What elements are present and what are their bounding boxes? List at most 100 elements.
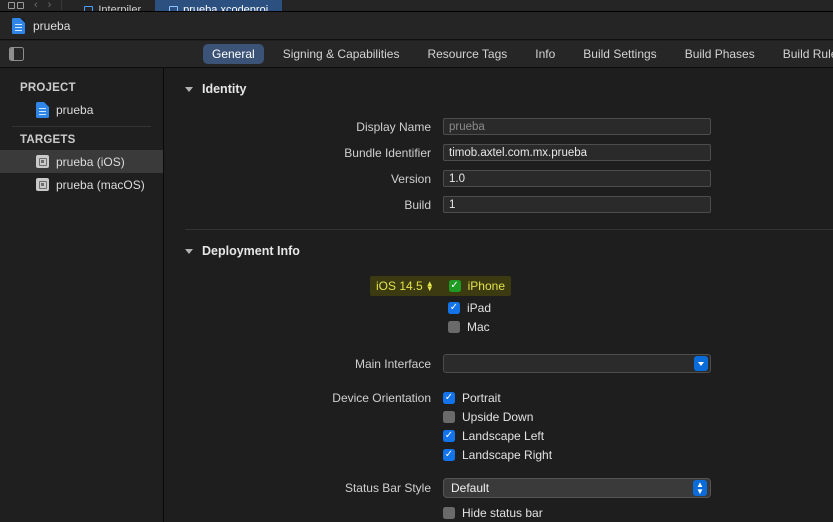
version-label: Version bbox=[390, 171, 431, 186]
checkbox-ipad-label: iPad bbox=[467, 301, 492, 315]
status-bar-style-select[interactable]: Default ▲ ▼ bbox=[443, 478, 711, 498]
build-input[interactable]: 1 bbox=[443, 196, 711, 213]
tab-resource-tags[interactable]: Resource Tags bbox=[418, 44, 516, 64]
sidebar-item-label: prueba (iOS) bbox=[56, 154, 125, 169]
row-orientation-landscape-left: ✓ Landscape Left bbox=[165, 429, 833, 443]
row-version: Version 1.0 bbox=[165, 170, 833, 187]
display-name-input[interactable]: prueba bbox=[443, 118, 711, 135]
sidebar-divider bbox=[12, 126, 151, 127]
tab-build-settings[interactable]: Build Settings bbox=[574, 44, 665, 64]
window-tab-interpiler[interactable]: Interpiler bbox=[70, 0, 155, 11]
checkbox-upside-down[interactable] bbox=[443, 411, 455, 423]
device-orientation-label: Device Orientation bbox=[332, 391, 431, 405]
row-main-interface: Main Interface bbox=[165, 354, 833, 373]
checkbox-landscape-left[interactable]: ✓ bbox=[443, 430, 455, 442]
checkbox-hide-status-bar-label: Hide status bar bbox=[462, 506, 543, 520]
checkbox-landscape-right[interactable]: ✓ bbox=[443, 449, 455, 461]
row-platform-ipad: ✓ iPad bbox=[448, 301, 833, 315]
main-interface-label: Main Interface bbox=[354, 356, 431, 371]
display-name-label: Display Name bbox=[356, 119, 431, 134]
main-interface-combobox[interactable] bbox=[443, 354, 711, 373]
deployment-highlight-group: iOS 14.5 ▲ ▼ ✓ iPhone bbox=[370, 276, 511, 296]
window-tab-prueba-xcodeproj[interactable]: prueba.xcodeproj bbox=[155, 0, 283, 11]
row-display-name: Display Name prueba bbox=[165, 118, 833, 135]
checkbox-landscape-left-label: Landscape Left bbox=[462, 429, 545, 443]
section-title: Identity bbox=[202, 82, 247, 96]
window-tab-label: prueba.xcodeproj bbox=[183, 4, 269, 11]
editor-tabs: General Signing & Capabilities Resource … bbox=[203, 44, 833, 64]
file-icon bbox=[84, 6, 94, 11]
window-tab-strip: ‹ › Interpiler prueba.xcodeproj bbox=[0, 0, 833, 12]
section-title: Deployment Info bbox=[202, 244, 300, 258]
target-icon bbox=[36, 178, 49, 191]
checkbox-mac-label: Mac bbox=[467, 320, 490, 334]
target-icon bbox=[36, 155, 49, 168]
orientation-upside-down-group: Upside Down bbox=[443, 410, 533, 424]
bundle-identifier-label: Bundle Identifier bbox=[344, 145, 431, 160]
row-hide-status-bar: Hide status bar bbox=[165, 506, 833, 520]
breadcrumb-label: prueba bbox=[33, 18, 71, 33]
bundle-identifier-input[interactable]: timob.axtel.com.mx.prueba bbox=[443, 144, 711, 161]
section-header-deployment-info[interactable]: Deployment Info bbox=[165, 230, 833, 258]
row-device-orientation: Device Orientation ✓ Portrait bbox=[165, 391, 833, 405]
checkbox-ipad[interactable]: ✓ bbox=[448, 302, 460, 314]
version-input[interactable]: 1.0 bbox=[443, 170, 711, 187]
sidebar-header-project: PROJECT bbox=[20, 82, 76, 94]
checkbox-hide-status-bar[interactable] bbox=[443, 507, 455, 519]
grid-icon[interactable] bbox=[8, 1, 24, 9]
sidebar-item-label: prueba (macOS) bbox=[56, 177, 145, 192]
general-settings-pane: Identity Display Name prueba Bundle Iden… bbox=[165, 68, 833, 522]
deployment-target-stepper[interactable]: iOS 14.5 ▲ ▼ bbox=[372, 278, 438, 294]
orientation-landscape-left-group: ✓ Landscape Left bbox=[443, 429, 544, 443]
chevron-left-icon[interactable]: ‹ bbox=[34, 0, 38, 11]
sidebar-header-targets: TARGETS bbox=[20, 134, 76, 146]
navigation-controls: ‹ › bbox=[0, 0, 70, 11]
sidebar-item-target-prueba-ios[interactable]: prueba (iOS) bbox=[0, 150, 163, 173]
row-orientation-landscape-right: ✓ Landscape Right bbox=[165, 448, 833, 462]
project-sidebar: PROJECT prueba TARGETS prueba (iOS) prue… bbox=[0, 68, 164, 522]
orientation-landscape-right-group: ✓ Landscape Right bbox=[443, 448, 552, 462]
sidebar-item-target-prueba-macos[interactable]: prueba (macOS) bbox=[0, 173, 163, 196]
editor-tab-bar: General Signing & Capabilities Resource … bbox=[0, 41, 833, 68]
status-bar-style-value: Default bbox=[451, 481, 490, 495]
tab-signing-capabilities[interactable]: Signing & Capabilities bbox=[274, 44, 409, 64]
stepper-updown-icon[interactable]: ▲ ▼ bbox=[693, 480, 707, 496]
file-icon bbox=[169, 6, 179, 11]
row-platform-mac: Mac bbox=[448, 320, 833, 334]
chevron-down-icon[interactable] bbox=[694, 356, 708, 371]
checkbox-portrait-label: Portrait bbox=[462, 391, 501, 405]
row-status-bar-style: Status Bar Style Default ▲ ▼ bbox=[165, 478, 833, 498]
breadcrumb[interactable]: prueba bbox=[0, 12, 833, 40]
tab-build-phases[interactable]: Build Phases bbox=[676, 44, 764, 64]
row-build: Build 1 bbox=[165, 196, 833, 213]
sidebar-toggle-icon[interactable] bbox=[9, 47, 24, 61]
sidebar-item-project-prueba[interactable]: prueba bbox=[0, 98, 163, 121]
checkbox-iphone[interactable]: ✓ bbox=[448, 280, 461, 292]
mac-group: Mac bbox=[448, 320, 490, 334]
tab-general[interactable]: General bbox=[203, 44, 264, 64]
hide-status-bar-group: Hide status bar bbox=[443, 506, 543, 520]
divider bbox=[61, 0, 63, 10]
project-file-icon bbox=[36, 101, 49, 118]
chevron-down-icon[interactable] bbox=[185, 248, 193, 254]
chevron-down-icon[interactable] bbox=[185, 86, 193, 92]
status-bar-style-label: Status Bar Style bbox=[344, 481, 431, 495]
chevron-right-icon[interactable]: › bbox=[48, 0, 52, 11]
tab-info[interactable]: Info bbox=[526, 44, 564, 64]
section-header-identity[interactable]: Identity bbox=[165, 68, 833, 96]
ipad-group: ✓ iPad bbox=[448, 301, 491, 315]
build-label: Build bbox=[404, 197, 431, 212]
checkbox-upside-down-label: Upside Down bbox=[462, 410, 534, 424]
project-file-icon bbox=[12, 17, 25, 34]
checkbox-landscape-right-label: Landscape Right bbox=[462, 448, 553, 462]
row-bundle-identifier: Bundle Identifier timob.axtel.com.mx.pru… bbox=[165, 144, 833, 161]
tab-build-rules[interactable]: Build Rules bbox=[774, 44, 833, 64]
row-deployment-target-iphone: iOS 14.5 ▲ ▼ ✓ iPhone bbox=[370, 276, 833, 296]
orientation-portrait-group: ✓ Portrait bbox=[443, 391, 501, 405]
sidebar-item-label: prueba bbox=[56, 102, 94, 117]
checkbox-portrait[interactable]: ✓ bbox=[443, 392, 455, 404]
stepper-updown-icon[interactable]: ▲ ▼ bbox=[426, 280, 434, 293]
window-tab-label: Interpiler bbox=[98, 4, 142, 11]
deployment-target-value: iOS 14.5 bbox=[376, 279, 423, 293]
checkbox-mac[interactable] bbox=[448, 321, 460, 333]
